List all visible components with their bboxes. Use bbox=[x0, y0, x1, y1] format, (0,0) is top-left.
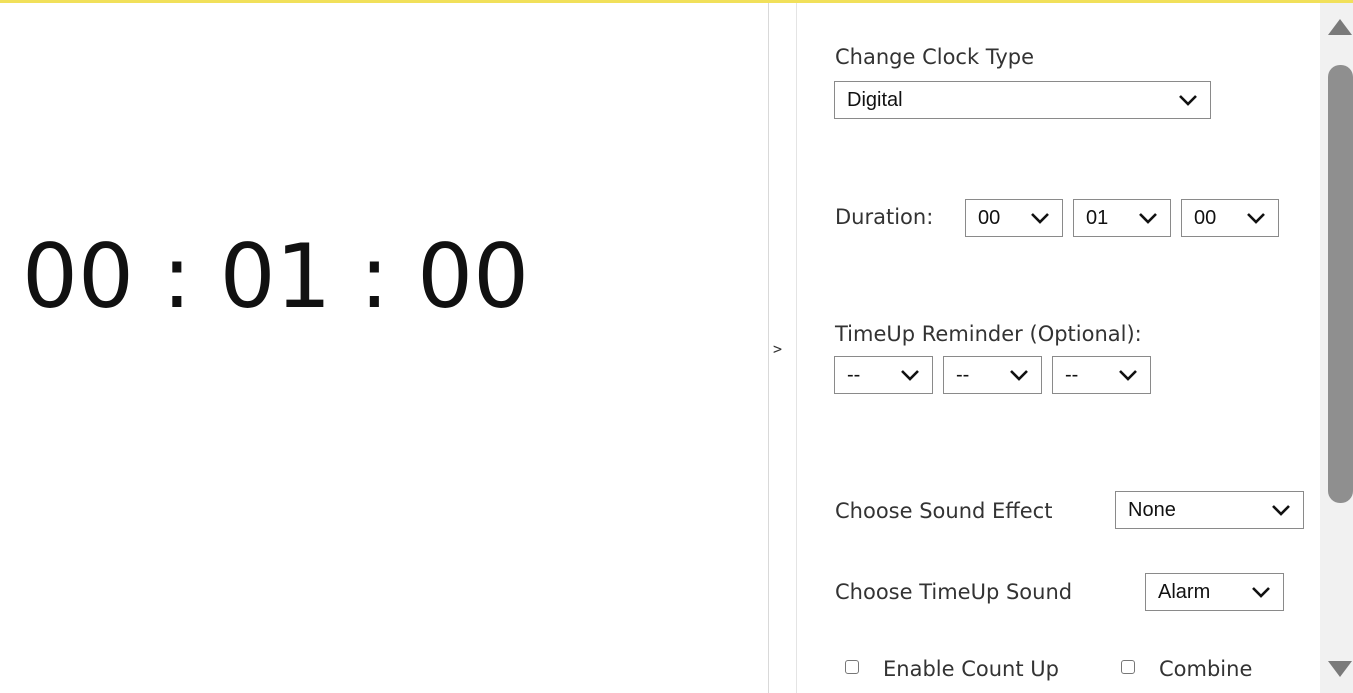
duration-hours-select[interactable]: 00 bbox=[965, 199, 1063, 237]
combine-label: Combine bbox=[1159, 657, 1253, 681]
panel-divider bbox=[768, 3, 769, 693]
reminder-minutes-select[interactable]: -- bbox=[943, 356, 1042, 394]
duration-hours-value: 00 bbox=[978, 207, 1001, 229]
duration-seconds-value: 00 bbox=[1194, 207, 1217, 229]
chevron-down-icon bbox=[1252, 587, 1270, 598]
duration-seconds-select[interactable]: 00 bbox=[1181, 199, 1279, 237]
settings-panel: Change Clock Type Digital Duration: 00 0… bbox=[797, 3, 1320, 693]
panel-toggle-button[interactable]: > bbox=[773, 340, 793, 364]
chevron-down-icon bbox=[1031, 213, 1049, 224]
chevron-down-icon bbox=[901, 370, 919, 381]
scrollbar-thumb[interactable] bbox=[1328, 65, 1353, 503]
sound-effect-value: None bbox=[1128, 499, 1176, 521]
count-up-label: Enable Count Up bbox=[883, 657, 1059, 681]
timeup-sound-value: Alarm bbox=[1158, 581, 1211, 603]
timeup-sound-select[interactable]: Alarm bbox=[1145, 573, 1284, 611]
chevron-down-icon bbox=[1119, 370, 1137, 381]
chevron-down-icon bbox=[1179, 95, 1197, 106]
reminder-minutes-value: -- bbox=[956, 364, 970, 386]
chevron-down-icon bbox=[1272, 505, 1290, 516]
reminder-hours-value: -- bbox=[847, 364, 861, 386]
clock-type-label: Change Clock Type bbox=[835, 45, 1035, 69]
duration-label: Duration: bbox=[835, 205, 934, 229]
clock-display-area: 00 : 01 : 00 bbox=[0, 3, 768, 693]
clock-type-select[interactable]: Digital bbox=[834, 81, 1211, 119]
clock-type-value: Digital bbox=[847, 89, 903, 111]
scrollbar[interactable] bbox=[1320, 3, 1353, 693]
reminder-label: TimeUp Reminder (Optional): bbox=[835, 322, 1142, 346]
sound-effect-label: Choose Sound Effect bbox=[835, 499, 1053, 523]
chevron-down-icon bbox=[1247, 213, 1265, 224]
triangle-up-icon[interactable] bbox=[1328, 19, 1352, 35]
duration-minutes-select[interactable]: 01 bbox=[1073, 199, 1171, 237]
chevron-down-icon bbox=[1139, 213, 1157, 224]
clock-time-display: 00 : 01 : 00 bbox=[22, 225, 530, 328]
triangle-down-icon[interactable] bbox=[1328, 661, 1352, 677]
reminder-hours-select[interactable]: -- bbox=[834, 356, 933, 394]
count-up-checkbox[interactable] bbox=[845, 660, 859, 674]
reminder-seconds-select[interactable]: -- bbox=[1052, 356, 1151, 394]
sound-effect-select[interactable]: None bbox=[1115, 491, 1304, 529]
timeup-sound-label: Choose TimeUp Sound bbox=[835, 580, 1073, 604]
reminder-seconds-value: -- bbox=[1065, 364, 1079, 386]
duration-minutes-value: 01 bbox=[1086, 207, 1109, 229]
chevron-down-icon bbox=[1010, 370, 1028, 381]
combine-checkbox[interactable] bbox=[1121, 660, 1135, 674]
